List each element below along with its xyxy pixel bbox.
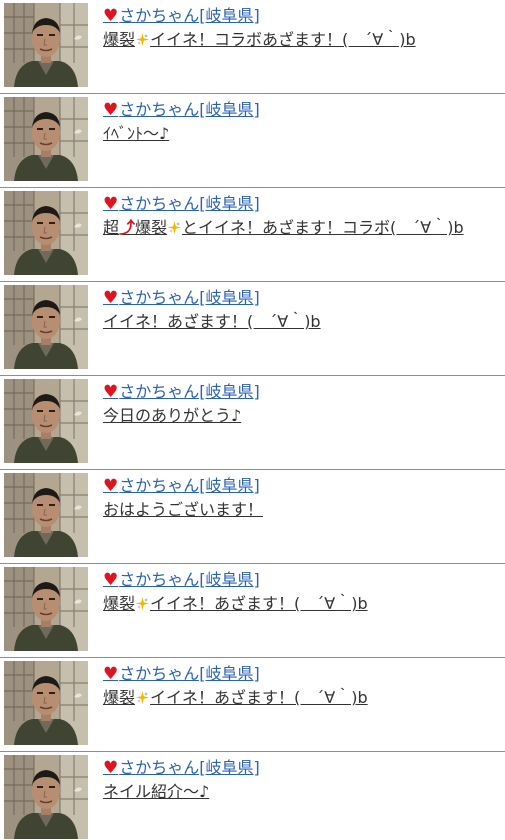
user-name: さかちゃん[岐阜県] xyxy=(119,570,260,589)
sparkle-icon xyxy=(168,218,182,234)
avatar[interactable] xyxy=(4,97,88,181)
user-name-link[interactable]: ♥さかちゃん[岐阜県] xyxy=(103,663,497,685)
heart-icon: ♥ xyxy=(103,6,119,26)
user-name: さかちゃん[岐阜県] xyxy=(119,758,260,777)
heart-icon: ♥ xyxy=(103,194,119,214)
feed-item: ♥さかちゃん[岐阜県] イイネ！あざます！( ´∀｀)b xyxy=(0,282,505,376)
message-text: とイイネ！あざます！コラボ( ´∀｀)b xyxy=(182,218,464,237)
message-link[interactable]: 今日のありがとう♪ xyxy=(103,405,497,427)
post-text: ♥さかちゃん[岐阜県] 爆裂 イイネ！コラボあざます！( ´∀｀)b xyxy=(103,5,497,51)
heart-icon: ♥ xyxy=(103,382,119,402)
message-text: 今日のありがとう♪ xyxy=(103,406,242,425)
post-text: ♥さかちゃん[岐阜県] ネイル紹介～♪ xyxy=(103,757,497,803)
heart-icon: ♥ xyxy=(103,100,119,120)
avatar[interactable] xyxy=(4,473,88,557)
user-name: さかちゃん[岐阜県] xyxy=(119,476,260,495)
arrow-up-right-icon: ⤴ xyxy=(119,218,136,237)
feed-item: ♥さかちゃん[岐阜県] ｲﾍﾞﾝﾄ～♪ xyxy=(0,94,505,188)
message-text: 爆裂 xyxy=(103,688,136,707)
user-name: さかちゃん[岐阜県] xyxy=(119,194,260,213)
avatar[interactable] xyxy=(4,3,88,87)
post-text: ♥さかちゃん[岐阜県] 今日のありがとう♪ xyxy=(103,381,497,427)
post-text: ♥さかちゃん[岐阜県] 超⤴爆裂 とイイネ！あざます！コラボ( ´∀｀)b xyxy=(103,193,497,239)
user-name: さかちゃん[岐阜県] xyxy=(119,6,260,25)
heart-icon: ♥ xyxy=(103,288,119,308)
message-link[interactable]: 爆裂 イイネ！あざます！( ´∀｀)b xyxy=(103,687,497,709)
user-name-link[interactable]: ♥さかちゃん[岐阜県] xyxy=(103,287,497,309)
message-text: 超 xyxy=(103,218,120,237)
post-feed: ♥さかちゃん[岐阜県] 爆裂 イイネ！コラボあざます！( ´∀｀)b ♥さかちゃん… xyxy=(0,0,505,840)
post-text: ♥さかちゃん[岐阜県] 爆裂 イイネ！あざます！( ´∀｀)b xyxy=(103,569,497,615)
message-link[interactable]: ｲﾍﾞﾝﾄ～♪ xyxy=(103,123,497,145)
sparkle-icon xyxy=(136,594,150,610)
user-name: さかちゃん[岐阜県] xyxy=(119,664,260,683)
avatar[interactable] xyxy=(4,567,88,651)
user-name-link[interactable]: ♥さかちゃん[岐阜県] xyxy=(103,569,497,591)
avatar[interactable] xyxy=(4,661,88,745)
user-name-link[interactable]: ♥さかちゃん[岐阜県] xyxy=(103,475,497,497)
message-link[interactable]: ネイル紹介～♪ xyxy=(103,781,497,803)
heart-icon: ♥ xyxy=(103,476,119,496)
feed-item: ♥さかちゃん[岐阜県] おはようございます！ xyxy=(0,470,505,564)
feed-item: ♥さかちゃん[岐阜県] 今日のありがとう♪ xyxy=(0,376,505,470)
message-link[interactable]: 超⤴爆裂 とイイネ！あざます！コラボ( ´∀｀)b xyxy=(103,217,497,239)
sparkle-icon xyxy=(136,688,150,704)
message-text: イイネ！あざます！( ´∀｀)b xyxy=(150,688,368,707)
user-name-link[interactable]: ♥さかちゃん[岐阜県] xyxy=(103,193,497,215)
message-link[interactable]: 爆裂 イイネ！あざます！( ´∀｀)b xyxy=(103,593,497,615)
feed-item: ♥さかちゃん[岐阜県] 爆裂 イイネ！あざます！( ´∀｀)b xyxy=(0,564,505,658)
message-link[interactable]: おはようございます！ xyxy=(103,499,497,521)
heart-icon: ♥ xyxy=(103,664,119,684)
user-name-link[interactable]: ♥さかちゃん[岐阜県] xyxy=(103,99,497,121)
post-text: ♥さかちゃん[岐阜県] イイネ！あざます！( ´∀｀)b xyxy=(103,287,497,333)
sparkle-icon xyxy=(136,30,150,46)
user-name: さかちゃん[岐阜県] xyxy=(119,382,260,401)
message-text: イイネ！あざます！( ´∀｀)b xyxy=(103,312,321,331)
heart-icon: ♥ xyxy=(103,570,119,590)
feed-item: ♥さかちゃん[岐阜県] 爆裂 イイネ！コラボあざます！( ´∀｀)b xyxy=(0,0,505,94)
message-text: 爆裂 xyxy=(103,30,136,49)
heart-icon: ♥ xyxy=(103,758,119,778)
post-text: ♥さかちゃん[岐阜県] ｲﾍﾞﾝﾄ～♪ xyxy=(103,99,497,145)
avatar[interactable] xyxy=(4,191,88,275)
message-text: イイネ！あざます！( ´∀｀)b xyxy=(150,594,368,613)
user-name-link[interactable]: ♥さかちゃん[岐阜県] xyxy=(103,757,497,779)
feed-item: ♥さかちゃん[岐阜県] ネイル紹介～♪ xyxy=(0,752,505,840)
user-name-link[interactable]: ♥さかちゃん[岐阜県] xyxy=(103,381,497,403)
avatar[interactable] xyxy=(4,285,88,369)
message-text: ネイル紹介～♪ xyxy=(103,782,210,801)
message-link[interactable]: 爆裂 イイネ！コラボあざます！( ´∀｀)b xyxy=(103,29,497,51)
feed-item: ♥さかちゃん[岐阜県] 爆裂 イイネ！あざます！( ´∀｀)b xyxy=(0,658,505,752)
user-name: さかちゃん[岐阜県] xyxy=(119,288,260,307)
avatar[interactable] xyxy=(4,379,88,463)
user-name-link[interactable]: ♥さかちゃん[岐阜県] xyxy=(103,5,497,27)
post-text: ♥さかちゃん[岐阜県] 爆裂 イイネ！あざます！( ´∀｀)b xyxy=(103,663,497,709)
message-link[interactable]: イイネ！あざます！( ´∀｀)b xyxy=(103,311,497,333)
post-text: ♥さかちゃん[岐阜県] おはようございます！ xyxy=(103,475,497,521)
message-text: ｲﾍﾞﾝﾄ～♪ xyxy=(103,124,170,143)
message-text: おはようございます！ xyxy=(103,500,264,519)
user-name: さかちゃん[岐阜県] xyxy=(119,100,260,119)
message-text: イイネ！コラボあざます！( ´∀｀)b xyxy=(150,30,416,49)
feed-item: ♥さかちゃん[岐阜県] 超⤴爆裂 とイイネ！あざます！コラボ( ´∀｀)b xyxy=(0,188,505,282)
avatar[interactable] xyxy=(4,755,88,839)
message-text: 爆裂 xyxy=(135,218,168,237)
message-text: 爆裂 xyxy=(103,594,136,613)
